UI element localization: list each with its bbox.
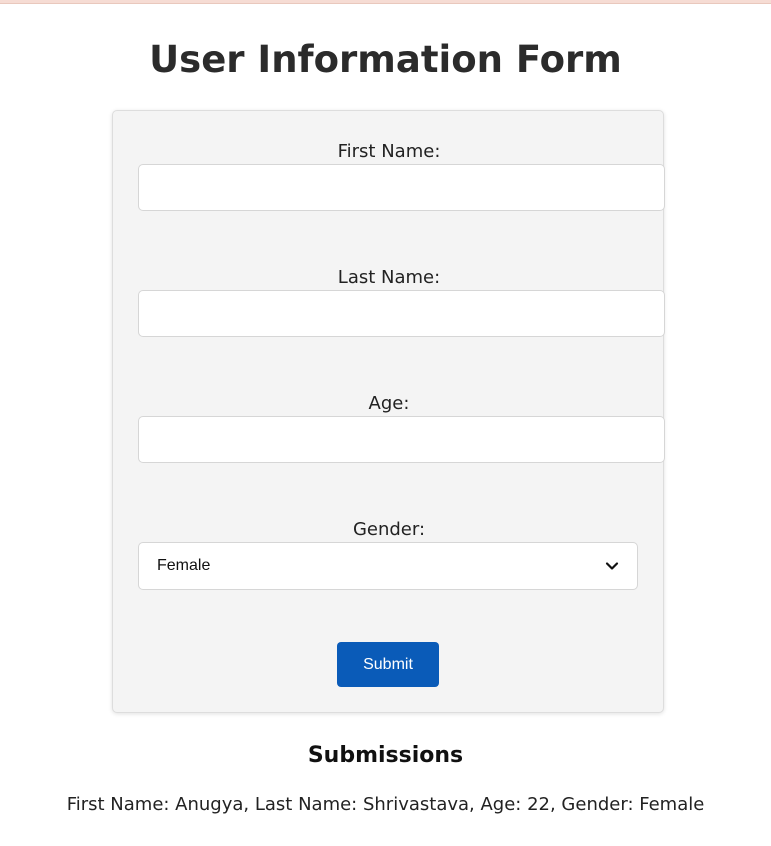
page-title: User Information Form (149, 38, 622, 81)
first-name-label: First Name: (337, 141, 441, 162)
age-input[interactable] (138, 416, 665, 463)
top-strip (0, 0, 771, 4)
gender-select[interactable]: Female (138, 542, 638, 590)
submissions-title: Submissions (307, 743, 464, 768)
last-name-label: Last Name: (337, 267, 441, 288)
age-label: Age: (368, 393, 410, 414)
user-info-form: First Name: Last Name: Age: Gender: Fema… (112, 110, 665, 713)
last-name-input[interactable] (138, 290, 665, 337)
submit-button[interactable]: Submit (337, 642, 439, 687)
gender-selected-value: Female (157, 557, 211, 574)
submission-entry: First Name: Anugya, Last Name: Shrivasta… (66, 794, 705, 815)
first-name-input[interactable] (138, 164, 665, 211)
gender-label: Gender: (352, 519, 426, 540)
chevron-down-icon (605, 559, 619, 573)
